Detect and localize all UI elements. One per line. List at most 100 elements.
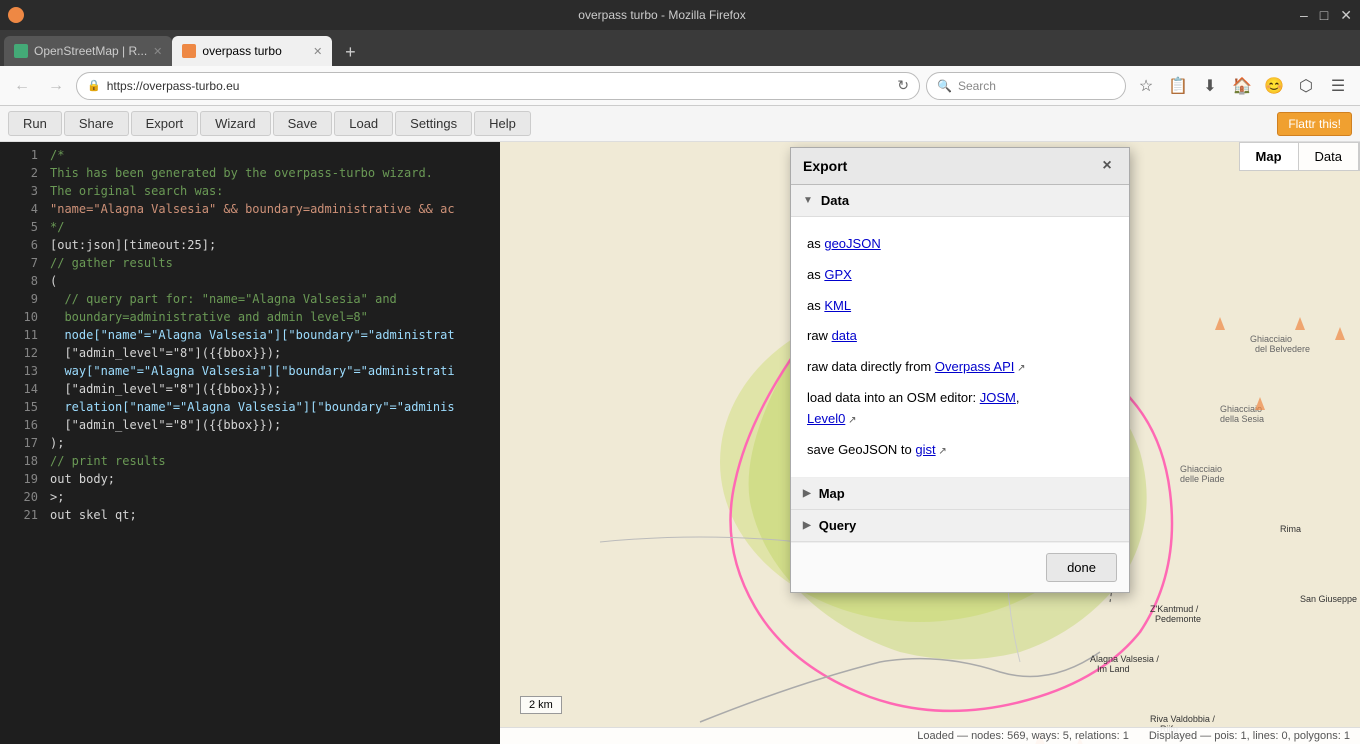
code-line-3: 3 The original search was: — [0, 182, 500, 200]
code-line-14: 14 ["admin_level"="8"]({{bbox}}); — [0, 380, 500, 398]
code-line-10: 10 boundary=administrative and admin lev… — [0, 308, 500, 326]
level0-link[interactable]: Level0 — [807, 411, 845, 426]
code-line-4: 4 "name="Alagna Valsesia" && boundary=ad… — [0, 200, 500, 218]
code-line-9: 9 // query part for: "name="Alagna Valse… — [0, 290, 500, 308]
code-line-6: 6 [out:json][timeout:25]; — [0, 236, 500, 254]
svg-text:Ghiacciaio: Ghiacciaio — [1180, 464, 1222, 474]
query-section-arrow: ▶ — [803, 520, 811, 531]
data-section-arrow: ▼ — [803, 195, 813, 206]
browser-icon — [8, 7, 24, 23]
josm-link[interactable]: JOSM — [980, 390, 1016, 405]
code-line-15: 15 relation["name"="Alagna Valsesia"]["b… — [0, 398, 500, 416]
new-tab-button[interactable]: + — [336, 38, 364, 66]
scale-label: 2 km — [529, 699, 553, 711]
load-button[interactable]: Load — [334, 111, 393, 136]
bookmark-star-button[interactable]: ☆ — [1132, 72, 1160, 100]
close-button[interactable]: ✕ — [1340, 7, 1352, 24]
tab-overpass-favicon — [182, 44, 196, 58]
settings-button[interactable]: Settings — [395, 111, 472, 136]
map-tab-map[interactable]: Map — [1240, 143, 1299, 170]
data-section-label: Data — [821, 193, 849, 208]
window-title: overpass turbo - Mozilla Firefox — [24, 8, 1300, 22]
status-loaded: Loaded — nodes: 569, ways: 5, relations:… — [917, 730, 1129, 742]
map-tabs: Map Data — [1239, 142, 1360, 171]
code-line-17: 17 ); — [0, 434, 500, 452]
geojson-link[interactable]: geoJSON — [824, 236, 880, 251]
reload-button[interactable]: ↻ — [897, 77, 909, 94]
app-toolbar: Run Share Export Wizard Save Load Settin… — [0, 106, 1360, 142]
minimize-button[interactable]: – — [1300, 7, 1308, 24]
scale-bar: 2 km — [520, 696, 562, 714]
export-button[interactable]: Export — [131, 111, 199, 136]
modal-header: Export × — [791, 148, 1129, 185]
query-section-header[interactable]: ▶ Query — [791, 510, 1129, 542]
map-section-label: Map — [819, 486, 845, 501]
done-button[interactable]: done — [1046, 553, 1117, 582]
search-icon: 🔍 — [937, 79, 952, 93]
url-text[interactable]: https://overpass-turbo.eu — [107, 79, 892, 93]
synced-tabs-button[interactable]: 📋 — [1164, 72, 1192, 100]
code-line-16: 16 ["admin_level"="8"]({{bbox}}); — [0, 416, 500, 434]
code-editor: 1 /* 2 This has been generated by the ov… — [0, 142, 500, 744]
forward-button[interactable]: → — [42, 72, 70, 100]
menu-button[interactable]: ☰ — [1324, 72, 1352, 100]
lock-icon: 🔒 — [87, 79, 101, 92]
gist-ext-icon: ↗ — [936, 446, 947, 457]
tab-overpass[interactable]: overpass turbo ✕ — [172, 36, 332, 66]
svg-text:Alagna Valsesia /: Alagna Valsesia / — [1090, 654, 1159, 664]
status-bar: Loaded — nodes: 569, ways: 5, relations:… — [500, 727, 1360, 744]
gpx-row: as GPX — [807, 260, 1113, 291]
home-button[interactable]: 🏠 — [1228, 72, 1256, 100]
modal-close-button[interactable]: × — [1097, 156, 1117, 176]
wizard-button[interactable]: Wizard — [200, 111, 270, 136]
run-button[interactable]: Run — [8, 111, 62, 136]
tab-osm-close[interactable]: ✕ — [153, 45, 162, 58]
window-controls: – □ ✕ — [1300, 7, 1352, 24]
svg-text:Riva Valdobbia /: Riva Valdobbia / — [1150, 714, 1215, 724]
code-line-8: 8 ( — [0, 272, 500, 290]
url-bar: 🔒 https://overpass-turbo.eu ↻ — [76, 72, 920, 100]
data-section-header[interactable]: ▼ Data — [791, 185, 1129, 217]
nav-bar: ← → 🔒 https://overpass-turbo.eu ↻ 🔍 Sear… — [0, 66, 1360, 106]
modal-body: ▼ Data as geoJSON as GPX as KML — [791, 185, 1129, 542]
code-line-7: 7 // gather results — [0, 254, 500, 272]
share-button[interactable]: Share — [64, 111, 129, 136]
export-modal: Export × ▼ Data as geoJSON — [790, 147, 1130, 593]
gpx-link[interactable]: GPX — [824, 267, 851, 282]
overpass-api-row: raw data directly from Overpass API ↗ — [807, 352, 1113, 383]
map-section-header[interactable]: ▶ Map — [791, 478, 1129, 510]
download-button[interactable]: ⬇ — [1196, 72, 1224, 100]
kml-row: as KML — [807, 291, 1113, 322]
kml-link[interactable]: KML — [824, 298, 851, 313]
query-section-label: Query — [819, 518, 857, 533]
svg-text:Z'Kantmud /: Z'Kantmud / — [1150, 604, 1199, 614]
overpass-api-ext-icon: ↗ — [1014, 363, 1025, 374]
code-line-13: 13 way["name"="Alagna Valsesia"]["bounda… — [0, 362, 500, 380]
geojson-row: as geoJSON — [807, 229, 1113, 260]
save-button[interactable]: Save — [273, 111, 333, 136]
search-bar[interactable]: 🔍 Search — [926, 72, 1126, 100]
code-line-12: 12 ["admin_level"="8"]({{bbox}}); — [0, 344, 500, 362]
back-button[interactable]: ← — [8, 72, 36, 100]
tab-osm-favicon — [14, 44, 28, 58]
help-button[interactable]: Help — [474, 111, 531, 136]
level0-ext-icon: ↗ — [845, 415, 856, 426]
code-line-20: 20 >; — [0, 488, 500, 506]
map-section-arrow: ▶ — [803, 488, 811, 499]
gist-link[interactable]: gist — [915, 442, 935, 457]
flattr-button[interactable]: Flattr this! — [1277, 112, 1352, 136]
tab-overpass-close[interactable]: ✕ — [313, 45, 322, 58]
raw-data-link[interactable]: data — [832, 328, 857, 343]
svg-text:Pedemonte: Pedemonte — [1155, 614, 1201, 624]
maximize-button[interactable]: □ — [1320, 7, 1328, 24]
main-area: 1 /* 2 This has been generated by the ov… — [0, 142, 1360, 744]
avatar-button[interactable]: 😊 — [1260, 72, 1288, 100]
svg-text:Rima: Rima — [1280, 524, 1301, 534]
overpass-api-link[interactable]: Overpass API — [935, 359, 1014, 374]
map-tab-data[interactable]: Data — [1299, 143, 1359, 170]
tab-osm[interactable]: OpenStreetMap | R... ✕ — [4, 36, 172, 66]
osm-editor-row: load data into an OSM editor: JOSM, Leve… — [807, 383, 1113, 435]
code-line-18: 18 // print results — [0, 452, 500, 470]
pocket-button[interactable]: ⬡ — [1292, 72, 1320, 100]
tab-bar: OpenStreetMap | R... ✕ overpass turbo ✕ … — [0, 30, 1360, 66]
